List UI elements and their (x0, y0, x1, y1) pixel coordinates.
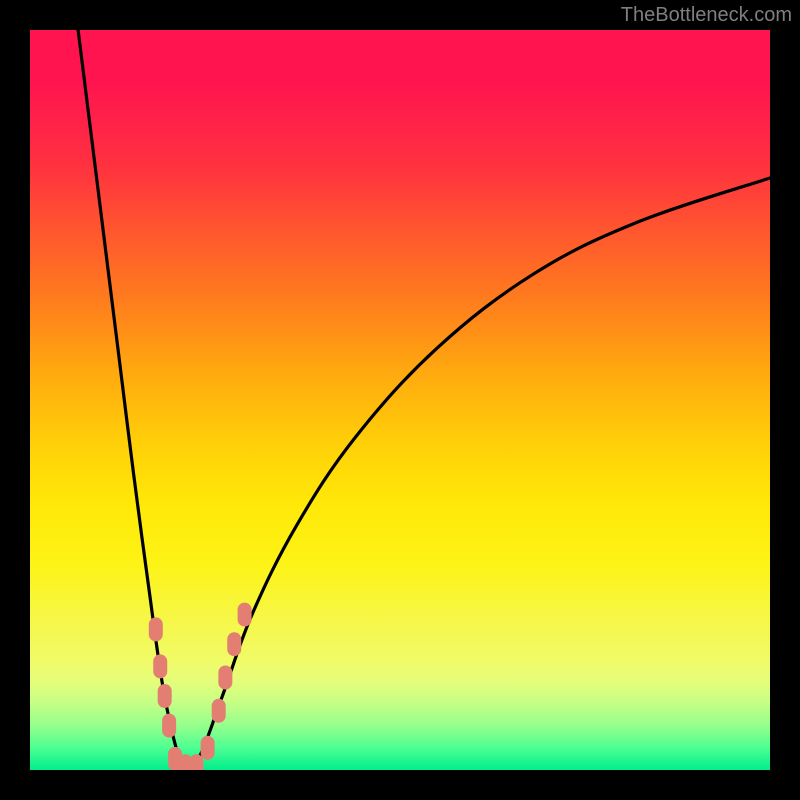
marker-group (149, 603, 252, 770)
curve-marker (158, 684, 172, 708)
chart-frame: TheBottleneck.com (0, 0, 800, 800)
curve-marker (212, 699, 226, 723)
watermark-text: TheBottleneck.com (621, 4, 792, 27)
curve-marker (201, 736, 215, 760)
curve-marker (153, 654, 167, 678)
curve-layer (30, 30, 770, 770)
curve-segment (78, 30, 185, 770)
curve-marker (149, 617, 163, 641)
curve-segment (185, 178, 770, 770)
curve-marker (238, 603, 252, 627)
curve-marker (218, 666, 232, 690)
bottleneck-curve (78, 30, 770, 770)
curve-marker (162, 714, 176, 738)
plot-area (30, 30, 770, 770)
curve-marker (227, 632, 241, 656)
curve-marker (190, 754, 204, 770)
